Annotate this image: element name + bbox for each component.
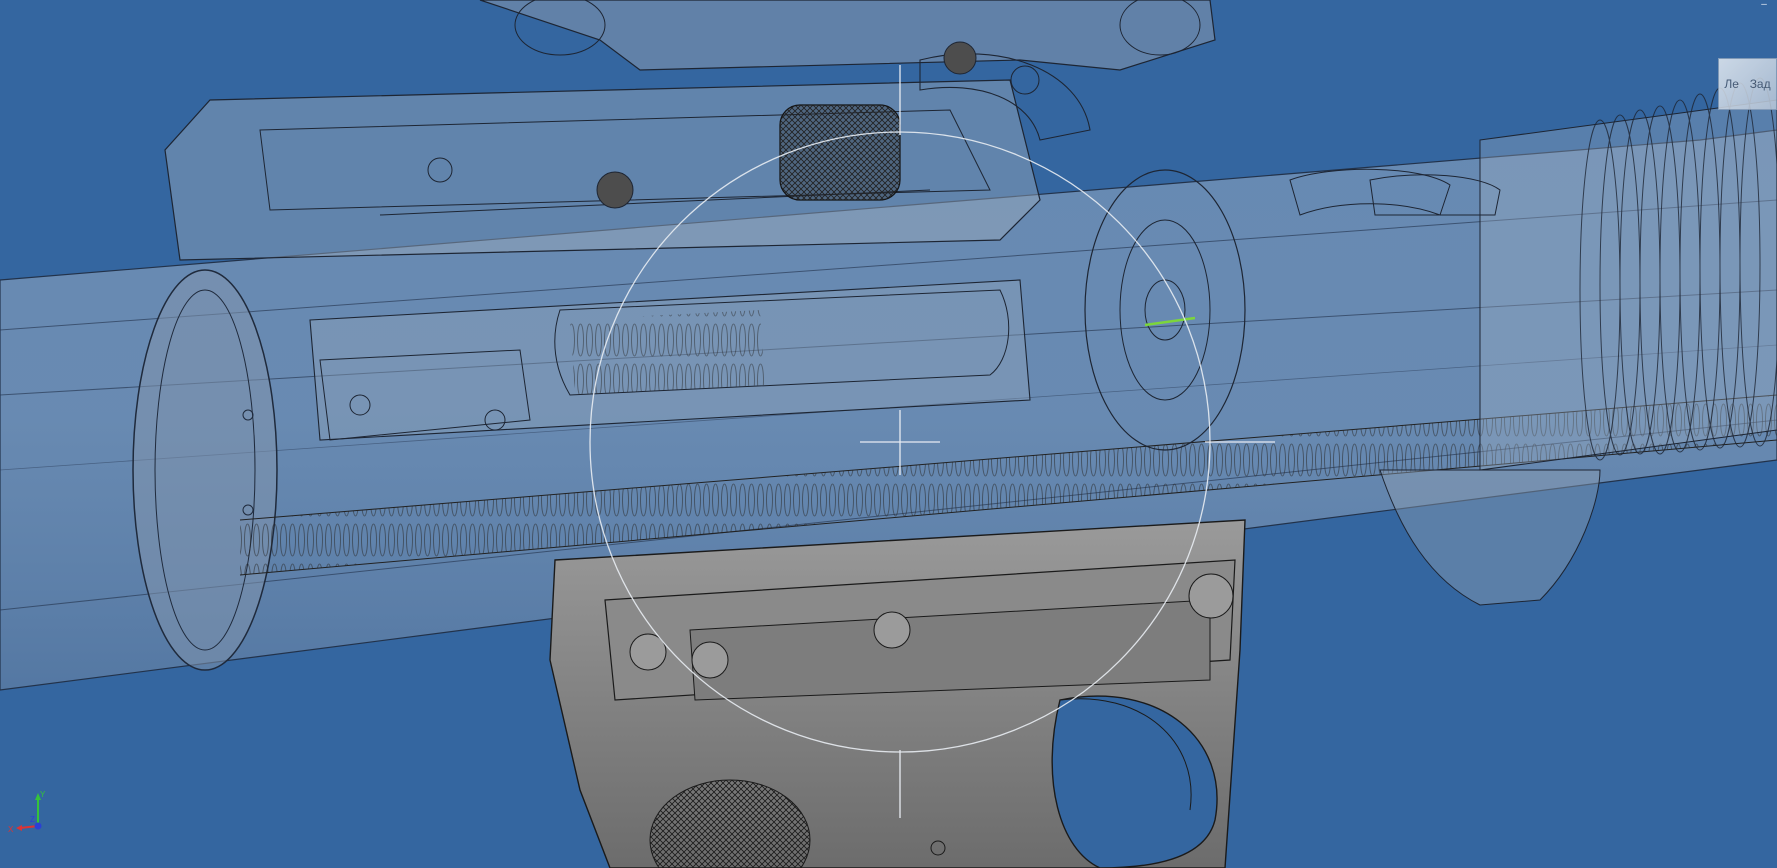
z-axis (34, 822, 42, 830)
viewcube-left-face[interactable]: Ле (1724, 77, 1739, 91)
xyz-triad-icon: Y X Z (6, 788, 46, 834)
minimize-button[interactable]: – (1757, 0, 1771, 10)
y-axis-label: Y (40, 790, 46, 799)
lower-receiver[interactable] (549, 519, 1246, 868)
rear-end-cap[interactable] (132, 269, 278, 671)
cad-3d-viewport[interactable] (0, 0, 1777, 868)
view-cube-icon[interactable]: Ле Зад (1718, 58, 1777, 110)
z-axis-label: Z (30, 815, 35, 824)
model-canvas[interactable] (0, 0, 1777, 868)
viewcube-right-face[interactable]: Зад (1750, 77, 1771, 91)
adjustment-knob[interactable] (779, 104, 901, 201)
x-axis-label: X (8, 825, 14, 834)
